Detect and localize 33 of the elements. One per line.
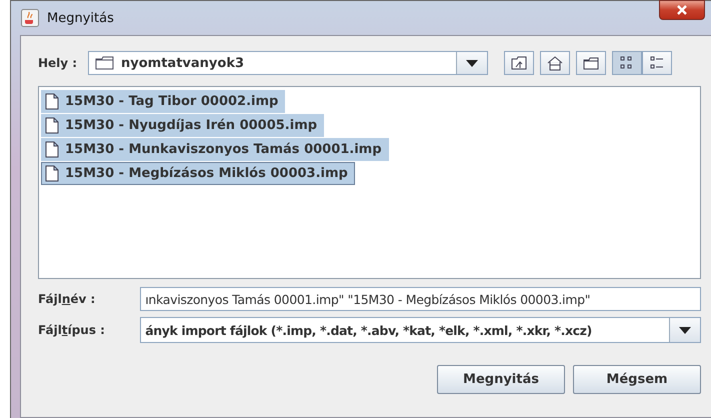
- details-view-icon: [650, 56, 664, 70]
- up-folder-button[interactable]: [504, 51, 534, 75]
- file-item[interactable]: 15M30 - Tag Tibor 00002.imp: [41, 90, 286, 113]
- filetype-label: Fájltípus :: [38, 323, 106, 337]
- file-item[interactable]: 15M30 - Megbízásos Miklós 00003.imp: [41, 162, 355, 185]
- details-view-button[interactable]: [642, 51, 672, 75]
- file-item[interactable]: 15M30 - Munkaviszonyos Tamás 00001.imp: [41, 138, 389, 161]
- folder-icon: [583, 56, 599, 70]
- caret-icon: [679, 326, 691, 334]
- list-view-icon: [620, 56, 634, 70]
- open-button[interactable]: Megnyitás: [437, 365, 565, 394]
- file-item[interactable]: 15M30 - Nyugdíjas Irén 00005.imp: [41, 114, 324, 137]
- file-icon: [45, 165, 59, 182]
- cancel-button[interactable]: Mégsem: [573, 365, 701, 394]
- coffee-cup-icon: [21, 9, 39, 27]
- location-label: Hely :: [38, 56, 78, 70]
- close-icon: [675, 5, 689, 15]
- file-icon: [45, 117, 59, 134]
- close-button[interactable]: [659, 0, 705, 20]
- window-title: Megnyitás: [47, 10, 114, 26]
- caret-icon: [466, 60, 478, 66]
- filename-label: Fájlnév :: [38, 292, 96, 306]
- home-button[interactable]: [540, 51, 570, 75]
- home-icon: [547, 56, 563, 70]
- filetype-dropdown[interactable]: ányk import fájlok (*.imp, *.dat, *.abv, *kat, *elk, *.xml, *.xkr, *.xcz): [140, 317, 701, 343]
- file-icon: [45, 93, 59, 110]
- new-folder-button[interactable]: [576, 51, 606, 75]
- folder-icon: [95, 56, 115, 70]
- file-icon: [45, 141, 59, 158]
- folder-up-icon: [511, 56, 527, 70]
- filename-field[interactable]: ınkaviszonyos Tamás 00001.imp" "15M30 - Megbízásos Miklós 00003.imp": [140, 287, 701, 311]
- list-view-button[interactable]: [612, 51, 642, 75]
- location-dropdown[interactable]: nyomtatvanyok3: [88, 51, 488, 75]
